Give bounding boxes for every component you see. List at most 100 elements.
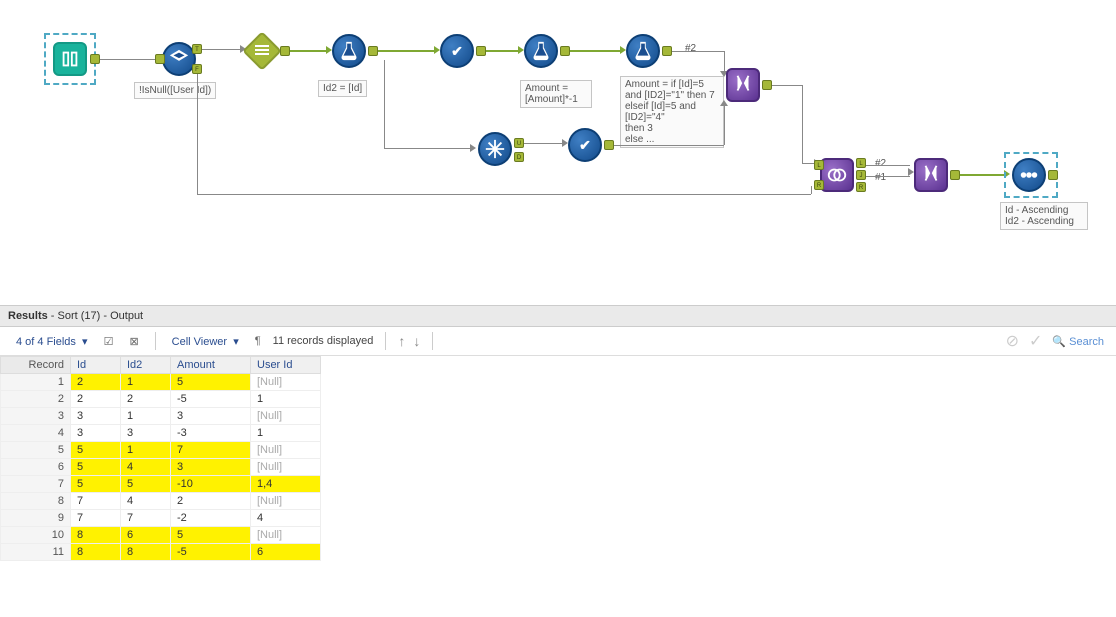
cell-id2[interactable]: 6	[121, 527, 171, 544]
filter-tool[interactable]	[162, 42, 196, 76]
false-anchor[interactable]: F	[192, 64, 202, 74]
cell-id2[interactable]: 8	[121, 544, 171, 561]
output-anchor[interactable]	[476, 46, 486, 56]
cell-viewer-dropdown[interactable]: Cell Viewer ▾	[168, 333, 243, 350]
check-icon[interactable]: ☑	[100, 333, 118, 350]
check-large-icon[interactable]: ✓	[1029, 331, 1042, 351]
table-row[interactable]: 3313[Null]	[1, 408, 321, 425]
l-output-anchor[interactable]: L	[856, 158, 866, 168]
cell-id2[interactable]: 5	[121, 476, 171, 493]
field-count-dropdown[interactable]: 4 of 4 Fields ▾	[12, 333, 92, 350]
up-arrow-icon[interactable]: ↑	[398, 333, 405, 349]
cell-userid[interactable]: [Null]	[251, 442, 321, 459]
cleanse-tool-1[interactable]: ✔	[440, 34, 474, 68]
cell-userid[interactable]: 6	[251, 544, 321, 561]
j-output-anchor[interactable]: J	[856, 170, 866, 180]
formula-tool-1[interactable]	[332, 34, 366, 68]
cell-id[interactable]: 7	[71, 493, 121, 510]
cell-id2[interactable]: 2	[121, 391, 171, 408]
cancel-icon[interactable]: ⊘	[1006, 331, 1019, 351]
r-anchor[interactable]: R	[814, 180, 824, 190]
cell-userid[interactable]: 1	[251, 391, 321, 408]
col-header-id2[interactable]: Id2	[121, 357, 171, 374]
cell-id[interactable]: 7	[71, 510, 121, 527]
cell-id[interactable]: 3	[71, 408, 121, 425]
cell-userid[interactable]: [Null]	[251, 493, 321, 510]
col-header-userid[interactable]: User Id	[251, 357, 321, 374]
cell-id2[interactable]: 4	[121, 459, 171, 476]
cell-amount[interactable]: -5	[171, 391, 251, 408]
clear-icon[interactable]: ⊠	[125, 333, 142, 350]
table-row[interactable]: 6543[Null]	[1, 459, 321, 476]
table-row[interactable]: 977-24	[1, 510, 321, 527]
table-row[interactable]: 1215[Null]	[1, 374, 321, 391]
workflow-canvas[interactable]: T F !IsNull([User Id]) Id2 = [Id] ✔ Amou…	[0, 0, 1116, 305]
cell-id2[interactable]: 7	[121, 510, 171, 527]
col-header-id[interactable]: Id	[71, 357, 121, 374]
cell-id2[interactable]: 3	[121, 425, 171, 442]
l-anchor[interactable]: L	[814, 160, 824, 170]
d-anchor[interactable]: D	[514, 152, 524, 162]
cell-userid[interactable]: [Null]	[251, 527, 321, 544]
results-grid[interactable]: Record Id Id2 Amount User Id 1215[Null]2…	[0, 356, 321, 561]
union-tool[interactable]	[726, 68, 760, 102]
cell-userid[interactable]: 1	[251, 425, 321, 442]
cell-id[interactable]: 8	[71, 544, 121, 561]
join-tool[interactable]	[820, 158, 854, 192]
table-row[interactable]: 5517[Null]	[1, 442, 321, 459]
formula-tool-3[interactable]	[626, 34, 660, 68]
cell-userid[interactable]: 4	[251, 510, 321, 527]
unique-tool[interactable]	[478, 132, 512, 166]
u-anchor[interactable]: U	[514, 138, 524, 148]
cell-id[interactable]: 8	[71, 527, 121, 544]
table-row[interactable]: 433-31	[1, 425, 321, 442]
formula-tool-2[interactable]	[524, 34, 558, 68]
output-anchor[interactable]	[1048, 170, 1058, 180]
col-header-amount[interactable]: Amount	[171, 357, 251, 374]
table-row[interactable]: 10865[Null]	[1, 527, 321, 544]
table-row[interactable]: 222-51	[1, 391, 321, 408]
cell-id2[interactable]: 1	[121, 374, 171, 391]
true-anchor[interactable]: T	[192, 44, 202, 54]
table-row[interactable]: 755-101,4	[1, 476, 321, 493]
input-tool[interactable]	[53, 42, 87, 76]
cell-id2[interactable]: 1	[121, 408, 171, 425]
down-arrow-icon[interactable]: ↓	[413, 333, 420, 349]
col-header-record[interactable]: Record	[1, 357, 71, 374]
cell-amount[interactable]: 5	[171, 527, 251, 544]
cell-amount[interactable]: 5	[171, 374, 251, 391]
cell-id[interactable]: 5	[71, 442, 121, 459]
cell-userid[interactable]: [Null]	[251, 374, 321, 391]
cell-amount[interactable]: -10	[171, 476, 251, 493]
input-anchor[interactable]	[155, 54, 165, 64]
output-anchor[interactable]	[90, 54, 100, 64]
output-anchor[interactable]	[662, 46, 672, 56]
cell-id[interactable]: 2	[71, 374, 121, 391]
cell-amount[interactable]: 2	[171, 493, 251, 510]
cell-id[interactable]: 3	[71, 425, 121, 442]
cleanse-tool-2[interactable]: ✔	[568, 128, 602, 162]
cell-amount[interactable]: -3	[171, 425, 251, 442]
r-output-anchor[interactable]: R	[856, 182, 866, 192]
search-button[interactable]: 🔍 Search	[1052, 335, 1104, 348]
cell-id[interactable]: 5	[71, 459, 121, 476]
cell-amount[interactable]: 3	[171, 459, 251, 476]
output-anchor[interactable]	[604, 140, 614, 150]
cell-userid[interactable]: [Null]	[251, 408, 321, 425]
union-tool-2[interactable]	[914, 158, 948, 192]
cell-id[interactable]: 2	[71, 391, 121, 408]
output-anchor[interactable]	[762, 80, 772, 90]
pilcrow-icon[interactable]: ¶	[251, 333, 265, 349]
output-anchor[interactable]	[368, 46, 378, 56]
table-row[interactable]: 8742[Null]	[1, 493, 321, 510]
table-row[interactable]: 1188-56	[1, 544, 321, 561]
cell-amount[interactable]: -5	[171, 544, 251, 561]
sort-tool[interactable]	[1012, 158, 1046, 192]
cell-amount[interactable]: 7	[171, 442, 251, 459]
cell-id2[interactable]: 1	[121, 442, 171, 459]
cell-id2[interactable]: 4	[121, 493, 171, 510]
cell-userid[interactable]: [Null]	[251, 459, 321, 476]
output-anchor[interactable]	[950, 170, 960, 180]
cell-userid[interactable]: 1,4	[251, 476, 321, 493]
cell-amount[interactable]: -2	[171, 510, 251, 527]
